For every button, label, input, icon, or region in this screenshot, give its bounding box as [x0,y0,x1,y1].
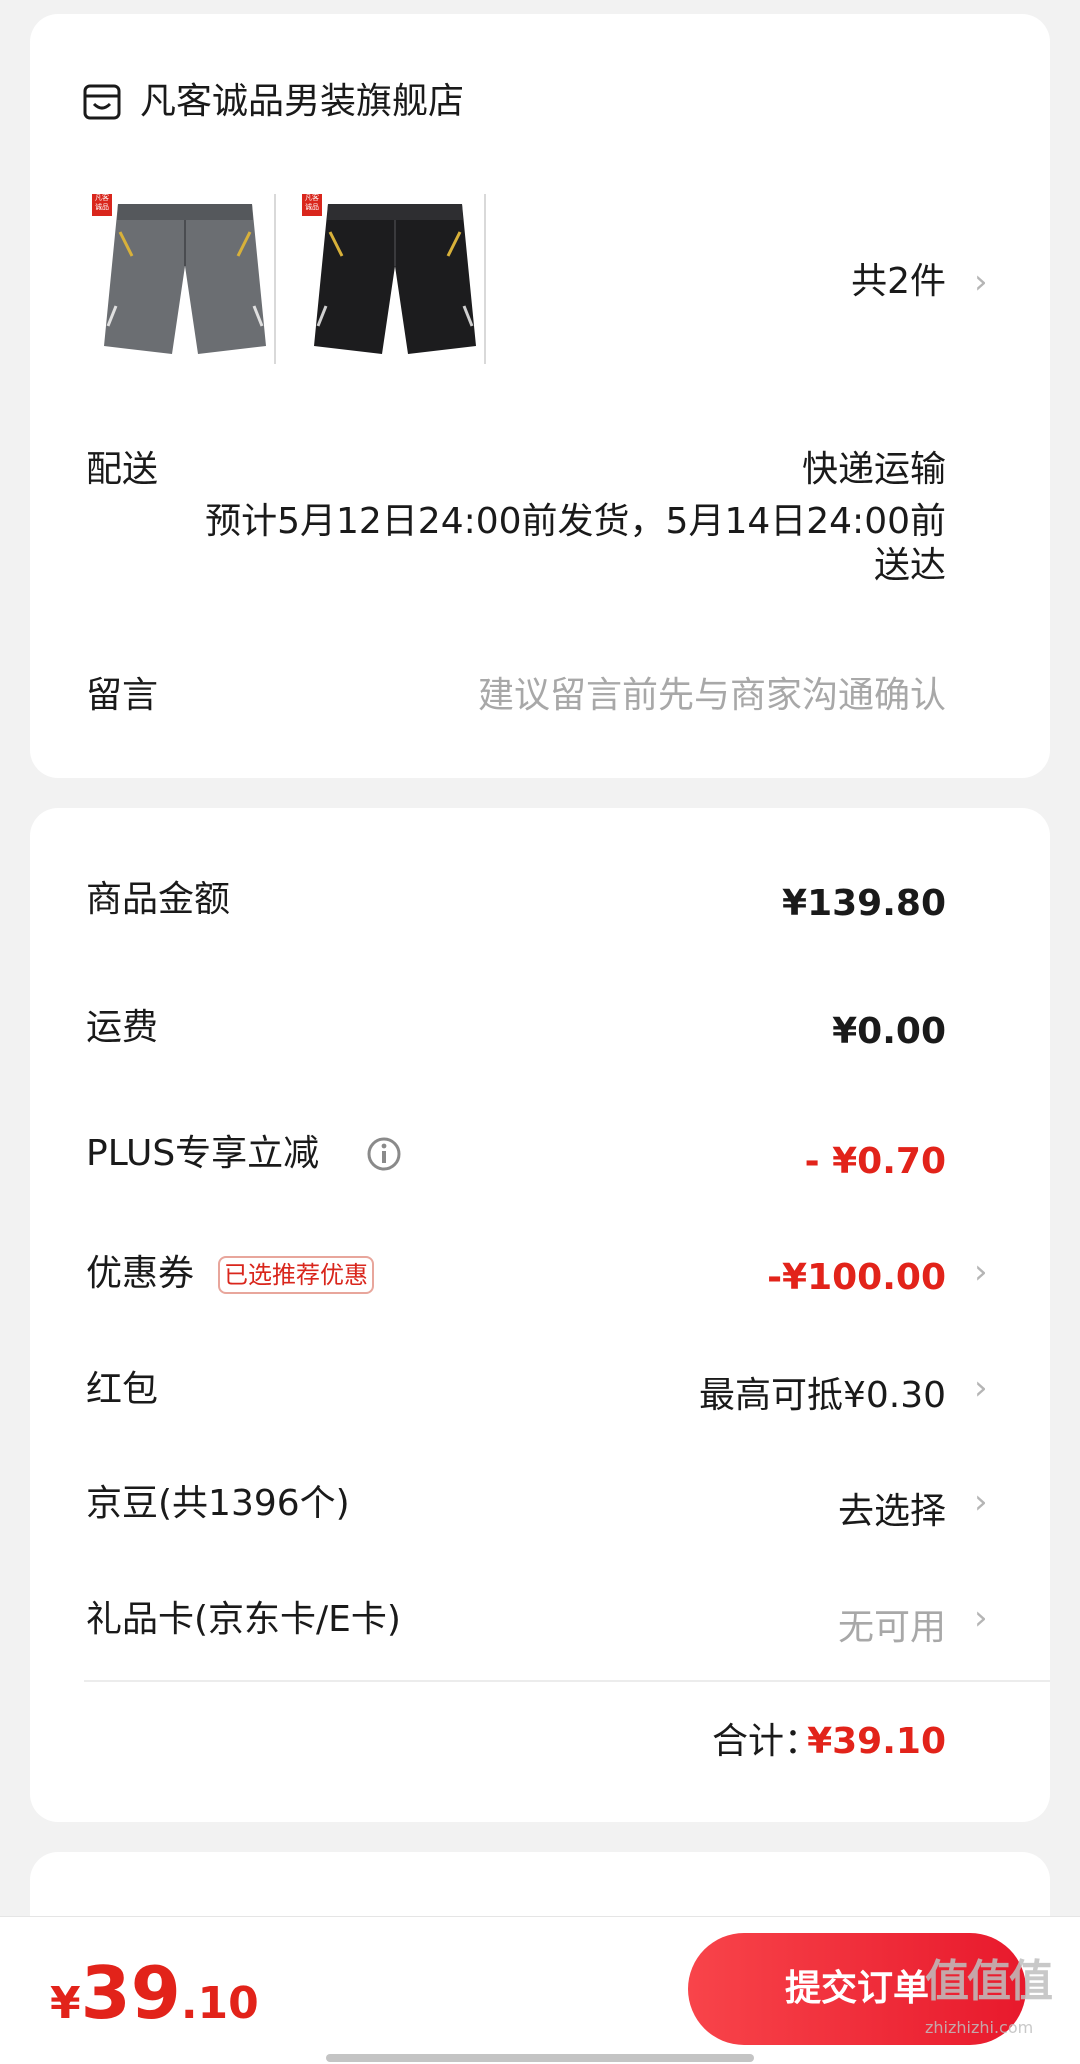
message-input[interactable]: 建议留言前先与商家沟通确认 [478,672,946,720]
jingdou-value[interactable]: 去选择 [838,1488,946,1536]
home-indicator[interactable] [326,2054,754,2062]
delivery-estimate-line1: 预计5月12日24:00前发货，5月14日24:00前 [205,501,946,542]
chevron-right-icon[interactable]: › [974,1252,988,1292]
coupon-label: 优惠券 [86,1253,195,1294]
plus-discount-label: PLUS专享立减 [86,1133,320,1174]
delivery-estimate-line2: 送达 [873,545,946,586]
goods-amount-value: ¥139.80 [782,883,946,924]
shipping-value: ¥0.00 [832,1011,946,1052]
total-value: ¥39.10 [807,1721,946,1762]
info-icon[interactable] [366,1136,402,1172]
giftcard-value[interactable]: 无可用 [838,1604,946,1652]
redpacket-label: 红包 [86,1369,159,1410]
item-count[interactable]: 共2件 [851,258,946,306]
chevron-right-icon[interactable]: › [974,1598,988,1638]
message-label: 留言 [86,675,159,716]
watermark-sub: zhizhizhi.com [925,2018,1034,2037]
divider [84,1680,1050,1682]
plus-discount-value: - ¥0.70 [804,1141,946,1182]
bottom-bar: ¥39.10 提交订单 [0,1916,1080,2064]
shorts-gray-image [104,204,266,354]
watermark: 值值值 zhizhizhi.com [925,1950,1075,2060]
footer-price: ¥39.10 [50,1951,259,2041]
giftcard-label: 礼品卡(京东卡/E卡) [86,1599,401,1640]
footer-currency: ¥ [50,1978,81,2029]
store-icon [82,82,122,122]
product-thumb-2[interactable]: 凡客 诚品 [296,194,486,364]
footer-amount-dec: .10 [180,1978,259,2029]
coupon-badge: 已选推荐优惠 [218,1256,374,1294]
shorts-black-image [314,204,476,354]
shipping-label: 运费 [86,1007,159,1048]
total-label: 合计： [712,1721,821,1762]
product-thumb-1[interactable]: 凡客 诚品 [86,194,276,364]
coupon-value[interactable]: -¥100.00 [767,1254,946,1302]
jingdou-label: 京豆(共1396个) [86,1483,350,1524]
footer-amount-int: 39 [80,1951,181,2035]
delivery-method[interactable]: 快递运输 [802,446,946,494]
redpacket-value[interactable]: 最高可抵¥0.30 [699,1372,946,1420]
store-card: 凡客诚品男装旗舰店 凡客 诚品 凡客 诚品 共2件 › 配送 快递运输 预计5月12… [30,14,1050,778]
chevron-right-icon[interactable]: › [974,1482,988,1522]
watermark-text: 值值值 [925,1956,1053,2007]
goods-amount-label: 商品金额 [86,879,231,920]
delivery-label: 配送 [86,449,159,490]
price-card: 商品金额 ¥139.80 运费 ¥0.00 PLUS专享立减 - ¥0.70 优… [30,808,1050,1822]
store-name[interactable]: 凡客诚品男装旗舰店 [140,78,464,126]
chevron-right-icon[interactable]: › [974,262,988,302]
chevron-right-icon[interactable]: › [974,1368,988,1408]
